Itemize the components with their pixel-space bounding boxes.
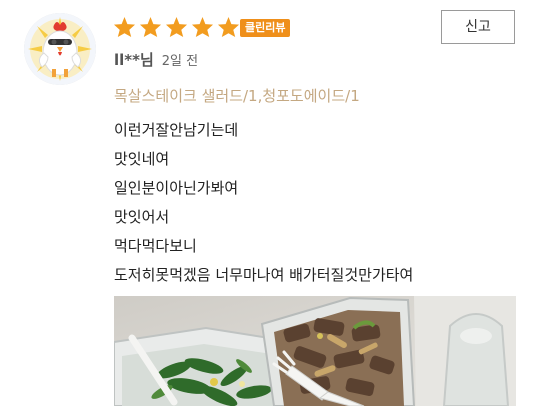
star-icon xyxy=(191,16,214,38)
review-text-line: 먹다먹다보니 xyxy=(114,237,197,255)
review-text: 이런거잘안남기는데 맛잇네여 일인분이아닌가봐여 맛잇어서 먹다먹다보니 도저히… xyxy=(114,116,413,290)
star-icon xyxy=(217,16,240,38)
review-text-line: 일인분이아닌가봐여 xyxy=(114,179,239,197)
clean-review-badge: 클린리뷰 xyxy=(240,19,291,37)
review-text-line: 맛잇네여 xyxy=(114,150,170,168)
rating-stars xyxy=(113,12,240,42)
report-button[interactable]: 신고 xyxy=(441,10,515,44)
review-text-line: 맛잇어서 xyxy=(114,208,170,226)
reviewer-name: ll**님 xyxy=(114,51,154,69)
reviewer-info: ll**님 2일 전 xyxy=(114,48,198,72)
user-avatar xyxy=(24,13,96,85)
star-icon xyxy=(165,16,188,38)
ordered-menu-options: 목살스테이크 샐러드/1,청포도에이드/1 xyxy=(114,87,360,105)
star-icon xyxy=(139,16,162,38)
review-text-line: 이런거잘안남기는데 xyxy=(114,121,239,139)
food-photo-icon xyxy=(114,296,516,406)
chicken-avatar-icon xyxy=(24,13,96,85)
review-text-line: 도저히못먹겠음 너무마나여 배가터질것만가타여 xyxy=(114,266,414,284)
review-date: 2일 전 xyxy=(161,54,199,69)
review-photo[interactable] xyxy=(114,296,516,406)
star-icon xyxy=(113,16,136,38)
